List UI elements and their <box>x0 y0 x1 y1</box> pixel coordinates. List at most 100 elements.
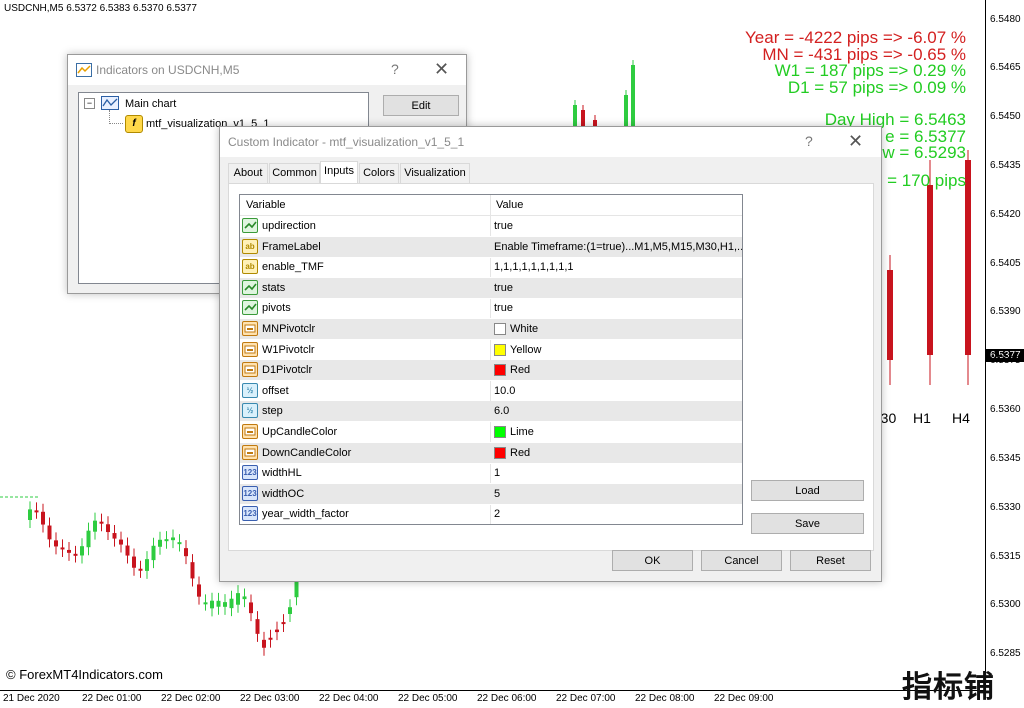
input-row-FrameLabel[interactable]: ab FrameLabel Enable Timeframe:(1=true)...… <box>240 236 742 258</box>
input-row-widthHL[interactable]: 123 widthHL 1 <box>240 463 742 485</box>
input-value[interactable]: true <box>494 282 513 294</box>
input-value[interactable]: true <box>494 220 513 232</box>
input-name: MNPivotclr <box>262 323 316 335</box>
input-value[interactable]: true <box>494 302 513 314</box>
time-tick-label: 22 Dec 04:00 <box>319 693 379 704</box>
candle <box>249 594 253 622</box>
input-row-stats[interactable]: stats true <box>240 277 742 299</box>
time-tick-label: 22 Dec 02:00 <box>161 693 221 704</box>
color-type-icon <box>242 341 258 357</box>
price-tick-label: 6.5465 <box>990 62 1021 74</box>
custom-indicator-window: Custom Indicator - mtf_visualization_v1_… <box>219 126 882 582</box>
input-row-step[interactable]: ½ step 6.0 <box>240 401 742 423</box>
reset-button[interactable]: Reset <box>790 550 871 571</box>
time-tick-label: 21 Dec 2020 <box>3 693 60 704</box>
color-type-icon <box>242 424 258 439</box>
input-value[interactable]: Enable Timeframe:(1=true)...M1,M5,M15,M3… <box>494 241 742 253</box>
edit-button[interactable]: Edit <box>383 95 459 116</box>
candle <box>177 534 182 552</box>
color-swatch[interactable] <box>494 323 506 335</box>
input-row-updirection[interactable]: updirection true <box>240 216 742 237</box>
input-row-MNPivotclr[interactable]: MNPivotclr White <box>240 319 742 340</box>
input-value[interactable]: White <box>510 323 538 335</box>
color-swatch[interactable] <box>494 446 506 459</box>
collapse-icon[interactable]: − <box>84 98 95 109</box>
help-icon[interactable]: ? <box>391 61 399 77</box>
tab-about[interactable]: About <box>228 163 268 183</box>
grid-header: Variable Value <box>240 195 742 216</box>
variable-column-header: Variable <box>246 199 286 211</box>
input-row-offset[interactable]: ½ offset 10.0 <box>240 381 742 402</box>
input-row-pivots[interactable]: pivots true <box>240 298 742 320</box>
tree-item-main-chart[interactable]: Main chart <box>125 98 176 110</box>
close-icon[interactable]: ✕ <box>848 131 863 152</box>
candle <box>41 503 45 533</box>
tab-colors[interactable]: Colors <box>359 163 399 183</box>
candle <box>106 516 110 541</box>
value-column-header: Value <box>496 199 524 211</box>
cancel-button[interactable]: Cancel <box>701 550 782 571</box>
stat-line: W1 = 187 pips => 0.29 % <box>774 61 966 80</box>
input-name: updirection <box>262 220 316 232</box>
input-value[interactable]: Red <box>510 447 530 459</box>
color-swatch[interactable] <box>494 364 506 377</box>
input-value[interactable]: 1,1,1,1,1,1,1,1,1 <box>494 261 574 273</box>
close-icon[interactable]: ✕ <box>434 59 449 80</box>
input-value[interactable]: 5 <box>494 488 500 500</box>
input-value[interactable]: 6.0 <box>494 405 509 417</box>
price-tick-label: 6.5435 <box>990 159 1021 171</box>
candle <box>210 592 214 617</box>
indicators-window-title: Indicators on USDCNH,M5 <box>96 63 240 77</box>
input-row-W1Pivotclr[interactable]: W1Pivotclr Yellow <box>240 340 742 361</box>
input-value[interactable]: 1 <box>494 467 500 479</box>
candle <box>573 100 577 128</box>
input-value[interactable]: Lime <box>510 426 534 438</box>
input-row-UpCandleColor[interactable]: UpCandleColor Lime <box>240 422 742 443</box>
ok-button[interactable]: OK <box>612 550 693 571</box>
tab-inputs[interactable]: Inputs <box>320 161 358 183</box>
candle <box>151 537 156 569</box>
input-row-enable_TMF[interactable]: ab enable_TMF 1,1,1,1,1,1,1,1,1 <box>240 257 742 279</box>
save-button[interactable]: Save <box>751 513 864 534</box>
stat-line: Year = -4222 pips => -6.07 % <box>745 28 966 47</box>
input-row-widthOC[interactable]: 123 widthOC 5 <box>240 483 742 505</box>
color-swatch[interactable] <box>494 426 506 438</box>
input-value[interactable]: 10.0 <box>494 385 515 397</box>
int-type-icon: 123 <box>242 485 258 501</box>
candle <box>99 513 104 532</box>
tab-common[interactable]: Common <box>269 163 320 183</box>
input-value[interactable]: Red <box>510 364 530 376</box>
candle <box>54 532 58 555</box>
input-value[interactable]: 2 <box>494 508 500 520</box>
inputs-grid[interactable]: Variable Value updirection true ab FrameLab… <box>239 194 743 525</box>
help-icon[interactable]: ? <box>805 133 813 149</box>
timeframe-label: H1 <box>913 410 931 426</box>
candle <box>119 531 123 553</box>
candle <box>190 554 195 587</box>
candle <box>236 585 240 613</box>
input-row-DownCandleColor[interactable]: DownCandleColor Red <box>240 442 742 464</box>
string-type-icon: ab <box>242 238 258 254</box>
candle <box>80 538 84 564</box>
tab-visualization[interactable]: Visualization <box>400 163 470 183</box>
stat-line: D1 = 57 pips => 0.09 % <box>787 77 966 97</box>
candle <box>631 60 635 128</box>
input-row-D1Pivotclr[interactable]: D1Pivotclr Red <box>240 360 742 382</box>
input-name: stats <box>262 281 286 294</box>
indicators-titlebar[interactable]: Indicators on USDCNH,M5 ? ✕ <box>68 55 466 85</box>
input-value[interactable]: Yellow <box>510 344 541 356</box>
candle <box>223 594 227 615</box>
time-tick-label: 22 Dec 03:00 <box>240 693 300 704</box>
input-name: offset <box>262 384 289 397</box>
stat-line: MN = -431 pips => -0.65 % <box>762 44 966 64</box>
chart-title: USDCNH,M5 6.5372 6.5383 6.5370 6.5377 <box>4 3 197 14</box>
input-name: widthOC <box>262 487 305 500</box>
custom-indicator-title: Custom Indicator - mtf_visualization_v1_… <box>228 135 465 149</box>
candle <box>86 522 91 556</box>
input-row-year_width_factor[interactable]: 123 year_width_factor 2 <box>240 504 742 524</box>
candle <box>242 588 247 608</box>
color-swatch[interactable] <box>494 343 506 356</box>
load-button[interactable]: Load <box>751 480 864 501</box>
custom-indicator-titlebar[interactable]: Custom Indicator - mtf_visualization_v1_… <box>220 127 881 157</box>
input-name: pivots <box>262 302 291 315</box>
